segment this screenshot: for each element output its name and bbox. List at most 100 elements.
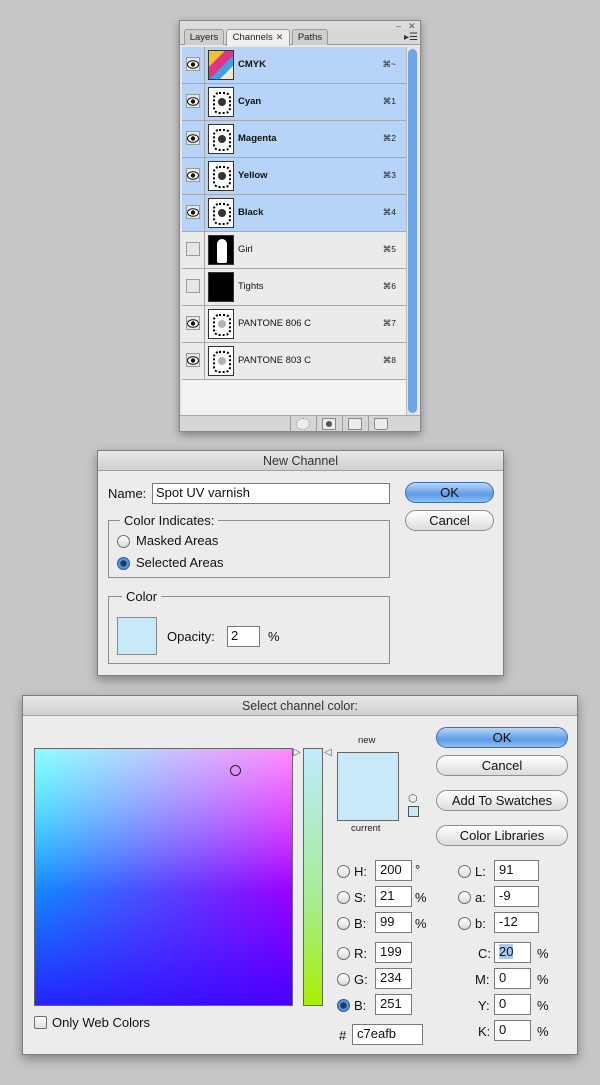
only-web-colors-label[interactable]: Only Web Colors	[52, 1015, 150, 1030]
tab-layers[interactable]: Layers	[184, 29, 224, 45]
web-safe-swatch[interactable]	[408, 806, 419, 817]
visibility-toggle[interactable]	[186, 168, 200, 182]
out-of-gamut-cube-icon[interactable]: ⬡	[408, 792, 418, 805]
brightness-field[interactable]: 99	[375, 912, 412, 933]
masked-areas-radio[interactable]	[117, 535, 130, 548]
ok-button[interactable]: OK	[436, 727, 568, 748]
channel-row[interactable]: PANTONE 806 C ⌘7	[182, 306, 406, 343]
channel-name: Tights	[238, 281, 264, 292]
channel-row[interactable]: Tights ⌘6	[182, 269, 406, 306]
channel-row[interactable]: Girl ⌘5	[182, 232, 406, 269]
save-selection-as-channel-icon[interactable]	[322, 418, 336, 430]
blue-field[interactable]: 251	[375, 994, 412, 1015]
channels-panel: – ✕ Layers Channels ✕ Paths ▸☰ CMYK ⌘~ Cyan…	[179, 20, 421, 432]
ok-button[interactable]: OK	[405, 482, 494, 503]
visibility-toggle[interactable]	[186, 131, 200, 145]
radio-green[interactable]	[337, 973, 350, 986]
radio-hue[interactable]	[337, 865, 350, 878]
radio-saturation[interactable]	[337, 891, 350, 904]
cyan-value: 20	[499, 944, 514, 959]
slider-left-arrow-icon[interactable]: ▷	[293, 747, 301, 758]
color-field[interactable]	[34, 748, 293, 1006]
channel-row[interactable]: CMYK ⌘~	[182, 47, 406, 84]
color-group-label: Color	[122, 589, 162, 604]
channel-shortcut: ⌘6	[382, 281, 396, 291]
channel-row[interactable]: PANTONE 803 C ⌘8	[182, 343, 406, 380]
cyan-field[interactable]: 20	[494, 942, 531, 963]
black-field[interactable]: 0	[494, 1020, 531, 1041]
color-libraries-button[interactable]: Color Libraries	[436, 825, 568, 846]
tab-channels[interactable]: Channels ✕	[226, 29, 290, 46]
hex-field[interactable]: c7eafb	[352, 1024, 423, 1045]
selected-areas-label[interactable]: Selected Areas	[136, 555, 223, 570]
color-field-cursor[interactable]	[230, 765, 241, 776]
tab-label: Channels	[232, 32, 273, 43]
hue-field[interactable]: 200	[375, 860, 412, 881]
channel-thumbnail	[208, 50, 234, 80]
new-label: new	[358, 735, 376, 746]
saturation-unit: %	[415, 890, 427, 905]
channel-list-scrollbar[interactable]	[406, 47, 418, 417]
cancel-button[interactable]: Cancel	[405, 510, 494, 531]
yellow-unit: %	[537, 998, 549, 1013]
visibility-toggle[interactable]	[186, 57, 200, 71]
visibility-toggle[interactable]	[186, 316, 200, 330]
channel-row[interactable]: Cyan ⌘1	[182, 84, 406, 121]
visibility-toggle[interactable]	[186, 279, 200, 293]
opacity-field[interactable]: 2	[227, 626, 260, 647]
tab-label: Layers	[189, 32, 219, 43]
radio-lightness[interactable]	[458, 865, 471, 878]
channel-thumbnail	[208, 346, 234, 376]
tab-paths[interactable]: Paths	[292, 29, 328, 45]
radio-brightness[interactable]	[337, 917, 350, 930]
tab-close-icon[interactable]: ✕	[276, 32, 284, 42]
channel-name-field[interactable]: Spot UV varnish	[152, 483, 390, 504]
channel-name: Cyan	[238, 96, 262, 107]
visibility-toggle[interactable]	[186, 242, 200, 256]
slider-right-arrow-icon[interactable]: ◁	[324, 747, 332, 758]
channel-shortcut: ⌘4	[382, 207, 396, 217]
black-label: K:	[478, 1024, 491, 1039]
radio-blue[interactable]	[337, 999, 350, 1012]
channel-name: Girl	[238, 244, 253, 255]
channel-row[interactable]: Black ⌘4	[182, 195, 406, 232]
new-channel-icon[interactable]	[348, 418, 362, 430]
green-field[interactable]: 234	[375, 968, 412, 989]
channel-row[interactable]: Magenta ⌘2	[182, 121, 406, 158]
channel-thumbnail	[208, 235, 234, 265]
only-web-colors-checkbox[interactable]	[34, 1016, 47, 1029]
a-field[interactable]: -9	[494, 886, 539, 907]
yellow-label: Y:	[478, 998, 490, 1013]
scroll-thumb[interactable]	[408, 49, 417, 413]
cancel-button[interactable]: Cancel	[436, 755, 568, 776]
channel-row[interactable]: Yellow ⌘3	[182, 158, 406, 195]
radio-red[interactable]	[337, 947, 350, 960]
radio-b[interactable]	[458, 917, 471, 930]
red-field[interactable]: 199	[375, 942, 412, 963]
channel-shortcut: ⌘1	[382, 96, 396, 106]
yellow-field[interactable]: 0	[494, 994, 531, 1015]
visibility-toggle[interactable]	[186, 205, 200, 219]
current-color-swatch[interactable]	[337, 788, 399, 821]
panel-menu-icon[interactable]: ▸☰	[404, 32, 418, 43]
visibility-toggle[interactable]	[186, 94, 200, 108]
selected-areas-radio[interactable]	[117, 557, 130, 570]
load-channel-as-selection-icon[interactable]	[296, 418, 310, 430]
channel-color-swatch[interactable]	[117, 617, 157, 655]
magenta-unit: %	[537, 972, 549, 987]
channel-shortcut: ⌘~	[382, 59, 396, 69]
add-to-swatches-button[interactable]: Add To Swatches	[436, 790, 568, 811]
magenta-field[interactable]: 0	[494, 968, 531, 989]
channel-name: CMYK	[238, 59, 266, 70]
tab-label: Paths	[297, 32, 323, 43]
delete-channel-icon[interactable]	[374, 418, 388, 430]
radio-a[interactable]	[458, 891, 471, 904]
channel-shortcut: ⌘5	[382, 244, 396, 254]
lightness-field[interactable]: 91	[494, 860, 539, 881]
hue-slider[interactable]	[303, 748, 323, 1006]
saturation-field[interactable]: 21	[375, 886, 412, 907]
masked-areas-label[interactable]: Masked Areas	[136, 533, 218, 548]
channel-thumbnail	[208, 87, 234, 117]
b-field[interactable]: -12	[494, 912, 539, 933]
visibility-toggle[interactable]	[186, 353, 200, 367]
